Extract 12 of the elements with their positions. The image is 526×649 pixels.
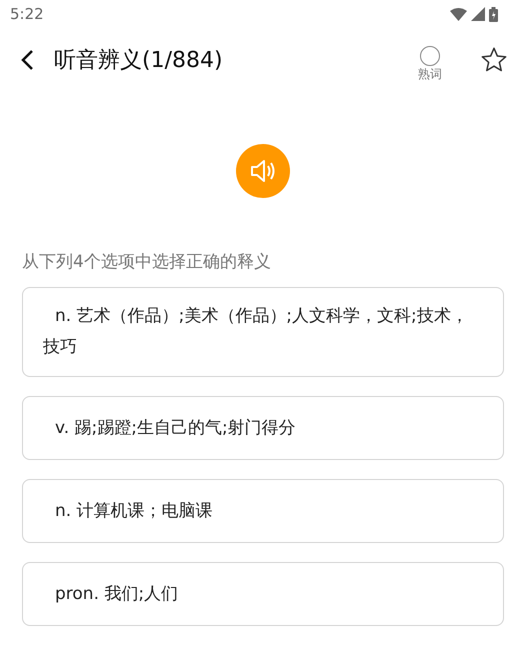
page-title: 听音辨义(1/884)	[54, 47, 224, 75]
instruction-text: 从下列4个选项中选择正确的释义	[22, 251, 272, 273]
wifi-icon	[450, 8, 467, 20]
answer-option[interactable]: n. 计算机课；电脑课	[22, 479, 504, 543]
signal-icon	[471, 7, 485, 21]
status-time: 5:22	[10, 5, 44, 23]
answer-option[interactable]: n. 艺术（作品）;美术（作品）;人文科学，文科;技术，技巧	[22, 287, 504, 377]
favorite-star-button[interactable]	[480, 46, 508, 74]
battery-icon	[489, 6, 498, 22]
answer-option[interactable]: pron. 我们;人们	[22, 562, 504, 626]
known-word-toggle[interactable]: 熟词	[418, 46, 442, 82]
answer-option[interactable]: v. 踢;踢蹬;生自己的气;射门得分	[22, 396, 504, 460]
